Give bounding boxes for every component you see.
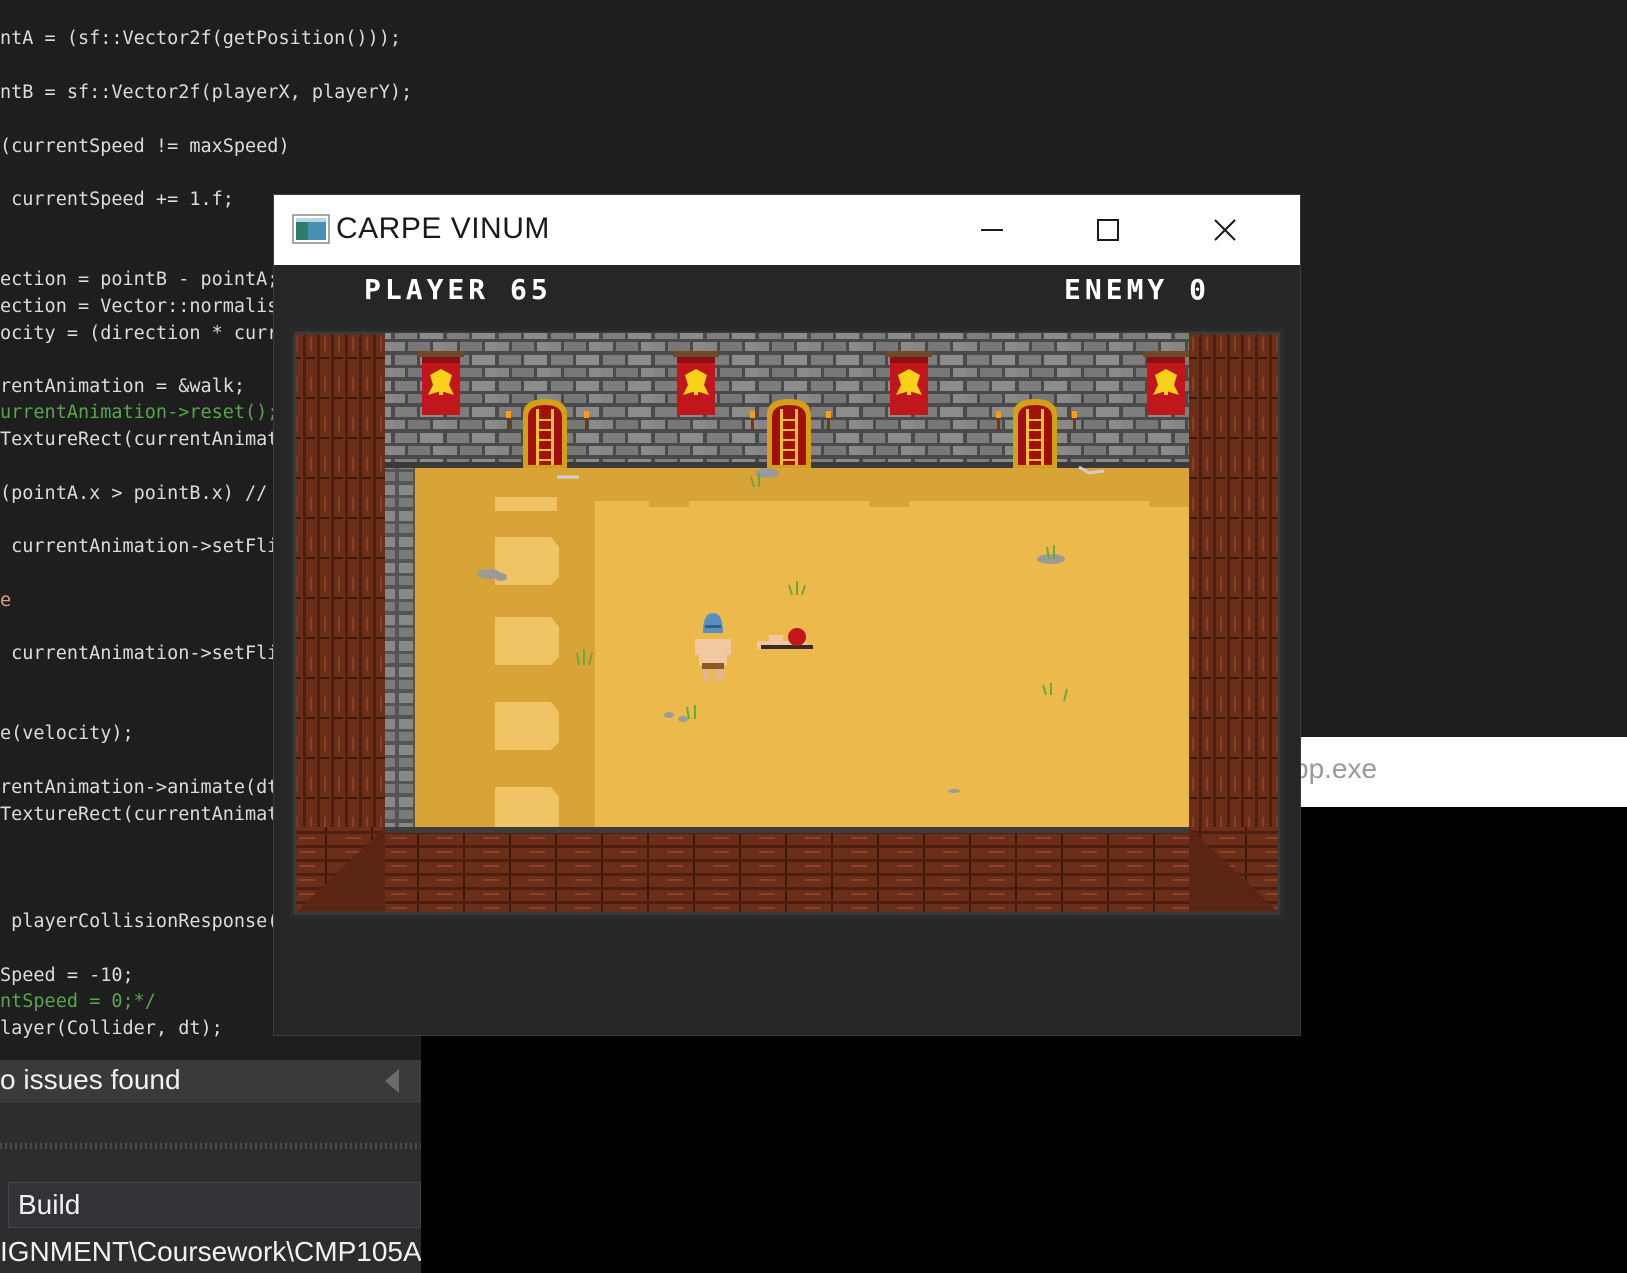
banner [418, 351, 464, 415]
code-line[interactable]: currentAnimation->setFli [0, 535, 278, 559]
output-source-value: Build [18, 1189, 81, 1220]
banner [1143, 351, 1189, 415]
maximize-icon [1097, 219, 1119, 241]
code-line[interactable]: Speed = -10; [0, 964, 134, 988]
code-line[interactable]: e(velocity); [0, 722, 134, 746]
minimize-button[interactable] [934, 195, 1050, 265]
minimize-icon [981, 229, 1003, 231]
desktop-background [421, 1033, 1627, 1273]
code-line[interactable]: (currentSpeed != maxSpeed) [0, 135, 290, 159]
output-source-select[interactable]: Build [8, 1182, 421, 1228]
code-line[interactable]: ntSpeed = 0;*/ [0, 990, 156, 1014]
panel-drag-handle[interactable] [0, 1143, 421, 1149]
app-icon [292, 214, 330, 244]
gate [523, 399, 567, 469]
enemy-health-label: ENEMY 0 [1064, 273, 1211, 306]
close-button[interactable] [1167, 195, 1283, 265]
window-titlebar[interactable]: CARPE VINUM [274, 195, 1300, 265]
code-line[interactable]: rentAnimation = &walk; [0, 375, 245, 399]
code-line[interactable]: TextureRect(currentAnimat [0, 428, 278, 452]
code-line[interactable]: ocity = (direction * curr [0, 322, 278, 346]
code-line[interactable]: ntA = (sf::Vector2f(getPosition())); [0, 27, 401, 51]
code-line[interactable]: TextureRect(currentAnimat [0, 803, 278, 827]
banner [886, 351, 932, 415]
code-line[interactable]: ection = Vector::normalis [0, 295, 278, 319]
game-window[interactable]: CARPE VINUM PLAYER 65 ENEMY 0 [274, 195, 1300, 1035]
code-line[interactable]: playerCollisionResponse( [0, 910, 278, 934]
code-line[interactable]: e [0, 589, 11, 613]
output-text: IGNMENT\Coursework\CMP105Ap [0, 1236, 421, 1267]
chevron-left-icon[interactable] [385, 1069, 399, 1093]
code-line[interactable]: (pointA.x > pointB.x) // [0, 482, 278, 506]
close-icon [1214, 219, 1236, 241]
code-line[interactable]: ection = pointB - pointA; [0, 268, 278, 292]
code-line[interactable]: currentSpeed += 1.f; [0, 188, 234, 212]
window-title: CARPE VINUM [336, 212, 550, 245]
issues-status-text: o issues found [0, 1064, 181, 1095]
code-line[interactable]: urrentAnimation->reset(); [0, 401, 278, 425]
gate [1013, 399, 1057, 469]
player-health-label: PLAYER 65 [364, 273, 552, 306]
console-window-body [1298, 807, 1627, 1033]
code-line[interactable]: layer(Collider, dt); [0, 1017, 223, 1041]
console-window-title: pp.exe [1293, 753, 1378, 784]
banner [673, 351, 719, 415]
issues-status-bar[interactable]: o issues found [0, 1060, 421, 1103]
code-line[interactable]: rentAnimation->animate(dt [0, 776, 278, 800]
panel-separator [0, 1103, 421, 1118]
maximize-button[interactable] [1050, 195, 1166, 265]
gate [767, 399, 811, 469]
game-canvas[interactable]: PLAYER 65 ENEMY 0 [274, 265, 1300, 1035]
code-line[interactable]: ntB = sf::Vector2f(playerX, playerY); [0, 81, 412, 105]
console-window-titlebar[interactable]: pp.exe [1293, 737, 1627, 807]
arena [289, 327, 1285, 919]
code-line[interactable]: currentAnimation->setFli [0, 642, 278, 666]
